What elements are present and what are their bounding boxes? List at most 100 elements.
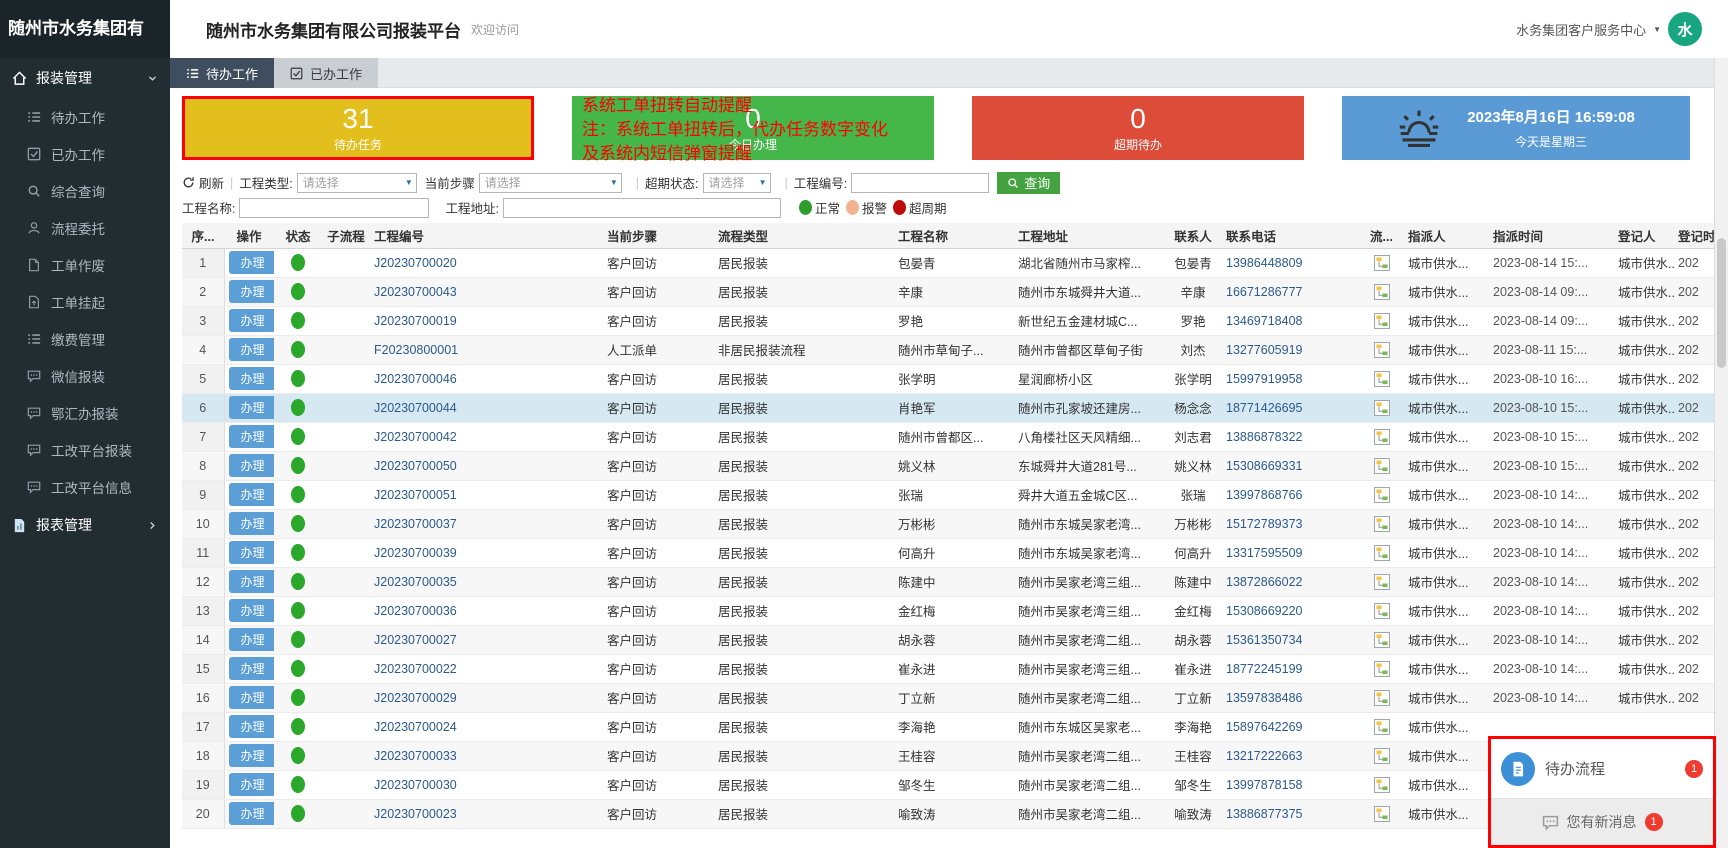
sidebar-item[interactable]: 工改平台报装 xyxy=(0,431,170,468)
flow-chart-icon[interactable] xyxy=(1374,342,1390,358)
sidebar-item[interactable]: 已办工作 xyxy=(0,135,170,172)
user-menu[interactable]: 水务集团客户服务中心 xyxy=(1516,20,1646,39)
table-row[interactable]: 11 办理 J20230700039 客户回访 居民报装 何高升 随州市东城吴家… xyxy=(182,538,1714,567)
project-name-input[interactable] xyxy=(239,198,429,218)
flow-chart-icon[interactable] xyxy=(1374,748,1390,764)
handle-button[interactable]: 办理 xyxy=(229,367,275,390)
sidebar-item[interactable]: 待办工作 xyxy=(0,98,170,135)
card-today-handled[interactable]: 0 今日办理 xyxy=(572,96,934,160)
handle-button[interactable]: 办理 xyxy=(229,396,275,419)
sidebar-item[interactable]: 工单挂起 xyxy=(0,283,170,320)
project-code-input[interactable] xyxy=(851,173,989,193)
flow-chart-icon[interactable] xyxy=(1374,777,1390,793)
handle-button[interactable]: 办理 xyxy=(229,280,275,303)
sidebar-item-report-management[interactable]: 报表管理 xyxy=(0,505,170,545)
column-header[interactable]: 流... xyxy=(1359,223,1404,248)
order-code-link[interactable]: J20230700036 xyxy=(370,596,550,625)
column-header[interactable]: 工程地址 xyxy=(1014,223,1164,248)
order-code-link[interactable]: J20230700035 xyxy=(370,567,550,596)
sidebar-item[interactable]: 综合查询 xyxy=(0,172,170,209)
table-row[interactable]: 3 办理 J20230700019 客户回访 居民报装 罗艳 新世纪五金建材城C… xyxy=(182,306,1714,335)
overdue-status-select[interactable]: 请选择▼ xyxy=(703,173,771,193)
order-code-link[interactable]: J20230700050 xyxy=(370,451,550,480)
order-code-link[interactable]: J20230700042 xyxy=(370,422,550,451)
column-header[interactable]: 登记时间 xyxy=(1674,223,1714,248)
project-type-select[interactable]: 请选择▼ xyxy=(297,173,417,193)
avatar[interactable]: 水 xyxy=(1668,12,1702,46)
column-header[interactable]: 流程类型 xyxy=(714,223,894,248)
flow-chart-icon[interactable] xyxy=(1374,806,1390,822)
project-address-input[interactable] xyxy=(503,198,781,218)
table-row[interactable]: 13 办理 J20230700036 客户回访 居民报装 金红梅 随州市吴家老湾… xyxy=(182,596,1714,625)
table-row[interactable]: 20 办理 J20230700023 客户回访 居民报装 喻致涛 随州市吴家老湾… xyxy=(182,799,1714,828)
handle-button[interactable]: 办理 xyxy=(229,802,275,825)
flow-chart-icon[interactable] xyxy=(1374,313,1390,329)
handle-button[interactable]: 办理 xyxy=(229,541,275,564)
sidebar-item[interactable]: 微信报装 xyxy=(0,357,170,394)
order-code-link[interactable]: J20230700039 xyxy=(370,538,550,567)
order-code-link[interactable]: J20230700023 xyxy=(370,799,550,828)
handle-button[interactable]: 办理 xyxy=(229,251,275,274)
handle-button[interactable]: 办理 xyxy=(229,686,275,709)
table-row[interactable]: 5 办理 J20230700046 客户回访 居民报装 张学明 星润廊桥小区 张… xyxy=(182,364,1714,393)
table-row[interactable]: 18 办理 J20230700033 客户回访 居民报装 王桂容 随州市吴家老湾… xyxy=(182,741,1714,770)
flow-chart-icon[interactable] xyxy=(1374,400,1390,416)
handle-button[interactable]: 办理 xyxy=(229,744,275,767)
sidebar-item[interactable]: 流程委托 xyxy=(0,209,170,246)
handle-button[interactable]: 办理 xyxy=(229,628,275,651)
handle-button[interactable]: 办理 xyxy=(229,483,275,506)
column-header[interactable]: 工程编号 xyxy=(370,223,550,248)
table-row[interactable]: 1 办理 J20230700020 客户回访 居民报装 包晏青 湖北省随州市马家… xyxy=(182,248,1714,277)
column-header[interactable]: 工程名称 xyxy=(894,223,1014,248)
table-row[interactable]: 10 办理 J20230700037 客户回访 居民报装 万彬彬 随州市东城吴家… xyxy=(182,509,1714,538)
order-code-link[interactable]: J20230700024 xyxy=(370,712,550,741)
handle-button[interactable]: 办理 xyxy=(229,715,275,738)
column-header[interactable]: 当前步骤 xyxy=(550,223,714,248)
card-pending-tasks[interactable]: 31 待办任务 xyxy=(182,96,534,160)
sidebar-item[interactable]: 工单作废 xyxy=(0,246,170,283)
column-header[interactable]: 联系人 xyxy=(1164,223,1222,248)
order-code-link[interactable]: J20230700029 xyxy=(370,683,550,712)
new-message-notification[interactable]: 您有新消息 1 xyxy=(1491,799,1713,845)
handle-button[interactable]: 办理 xyxy=(229,425,275,448)
flow-chart-icon[interactable] xyxy=(1374,371,1390,387)
flow-chart-icon[interactable] xyxy=(1374,516,1390,532)
table-row[interactable]: 8 办理 J20230700050 客户回访 居民报装 姚义林 东城舜井大道28… xyxy=(182,451,1714,480)
flow-chart-icon[interactable] xyxy=(1374,458,1390,474)
order-code-link[interactable]: J20230700044 xyxy=(370,393,550,422)
table-row[interactable]: 9 办理 J20230700051 客户回访 居民报装 张瑞 舜井大道五金城C区… xyxy=(182,480,1714,509)
tab-done-work[interactable]: 已办工作 xyxy=(274,58,378,88)
scrollbar[interactable] xyxy=(1714,58,1728,848)
table-row[interactable]: 6 办理 J20230700044 客户回访 居民报装 肖艳军 随州市孔家坡还建… xyxy=(182,393,1714,422)
column-header[interactable]: 指派时间 xyxy=(1489,223,1614,248)
column-header[interactable]: 子流程 xyxy=(322,223,370,248)
flow-chart-icon[interactable] xyxy=(1374,487,1390,503)
handle-button[interactable]: 办理 xyxy=(229,454,275,477)
column-header[interactable]: 指派人 xyxy=(1404,223,1489,248)
table-row[interactable]: 12 办理 J20230700035 客户回访 居民报装 陈建中 随州市吴家老湾… xyxy=(182,567,1714,596)
order-code-link[interactable]: J20230700051 xyxy=(370,480,550,509)
flow-chart-icon[interactable] xyxy=(1374,603,1390,619)
order-code-link[interactable]: F20230800001 xyxy=(370,335,550,364)
flow-chart-icon[interactable] xyxy=(1374,429,1390,445)
table-row[interactable]: 4 办理 F20230800001 人工派单 非居民报装流程 随州市草甸子...… xyxy=(182,335,1714,364)
table-row[interactable]: 16 办理 J20230700029 客户回访 居民报装 丁立新 随州市吴家老湾… xyxy=(182,683,1714,712)
flow-chart-icon[interactable] xyxy=(1374,719,1390,735)
order-code-link[interactable]: J20230700020 xyxy=(370,248,550,277)
flow-chart-icon[interactable] xyxy=(1374,632,1390,648)
flow-chart-icon[interactable] xyxy=(1374,574,1390,590)
flow-chart-icon[interactable] xyxy=(1374,284,1390,300)
handle-button[interactable]: 办理 xyxy=(229,512,275,535)
handle-button[interactable]: 办理 xyxy=(229,570,275,593)
flow-chart-icon[interactable] xyxy=(1374,661,1390,677)
handle-button[interactable]: 办理 xyxy=(229,309,275,332)
tab-pending-work[interactable]: 待办工作 xyxy=(170,58,274,88)
sidebar-item[interactable]: 工改平台信息 xyxy=(0,468,170,505)
order-code-link[interactable]: J20230700030 xyxy=(370,770,550,799)
current-step-select[interactable]: 请选择▼ xyxy=(479,173,622,193)
table-row[interactable]: 14 办理 J20230700027 客户回访 居民报装 胡永蓉 随州市吴家老湾… xyxy=(182,625,1714,654)
column-header[interactable]: 联系电话 xyxy=(1222,223,1359,248)
column-header[interactable]: 登记人 xyxy=(1614,223,1674,248)
table-row[interactable]: 19 办理 J20230700030 客户回访 居民报装 邹冬生 随州市吴家老湾… xyxy=(182,770,1714,799)
handle-button[interactable]: 办理 xyxy=(229,599,275,622)
